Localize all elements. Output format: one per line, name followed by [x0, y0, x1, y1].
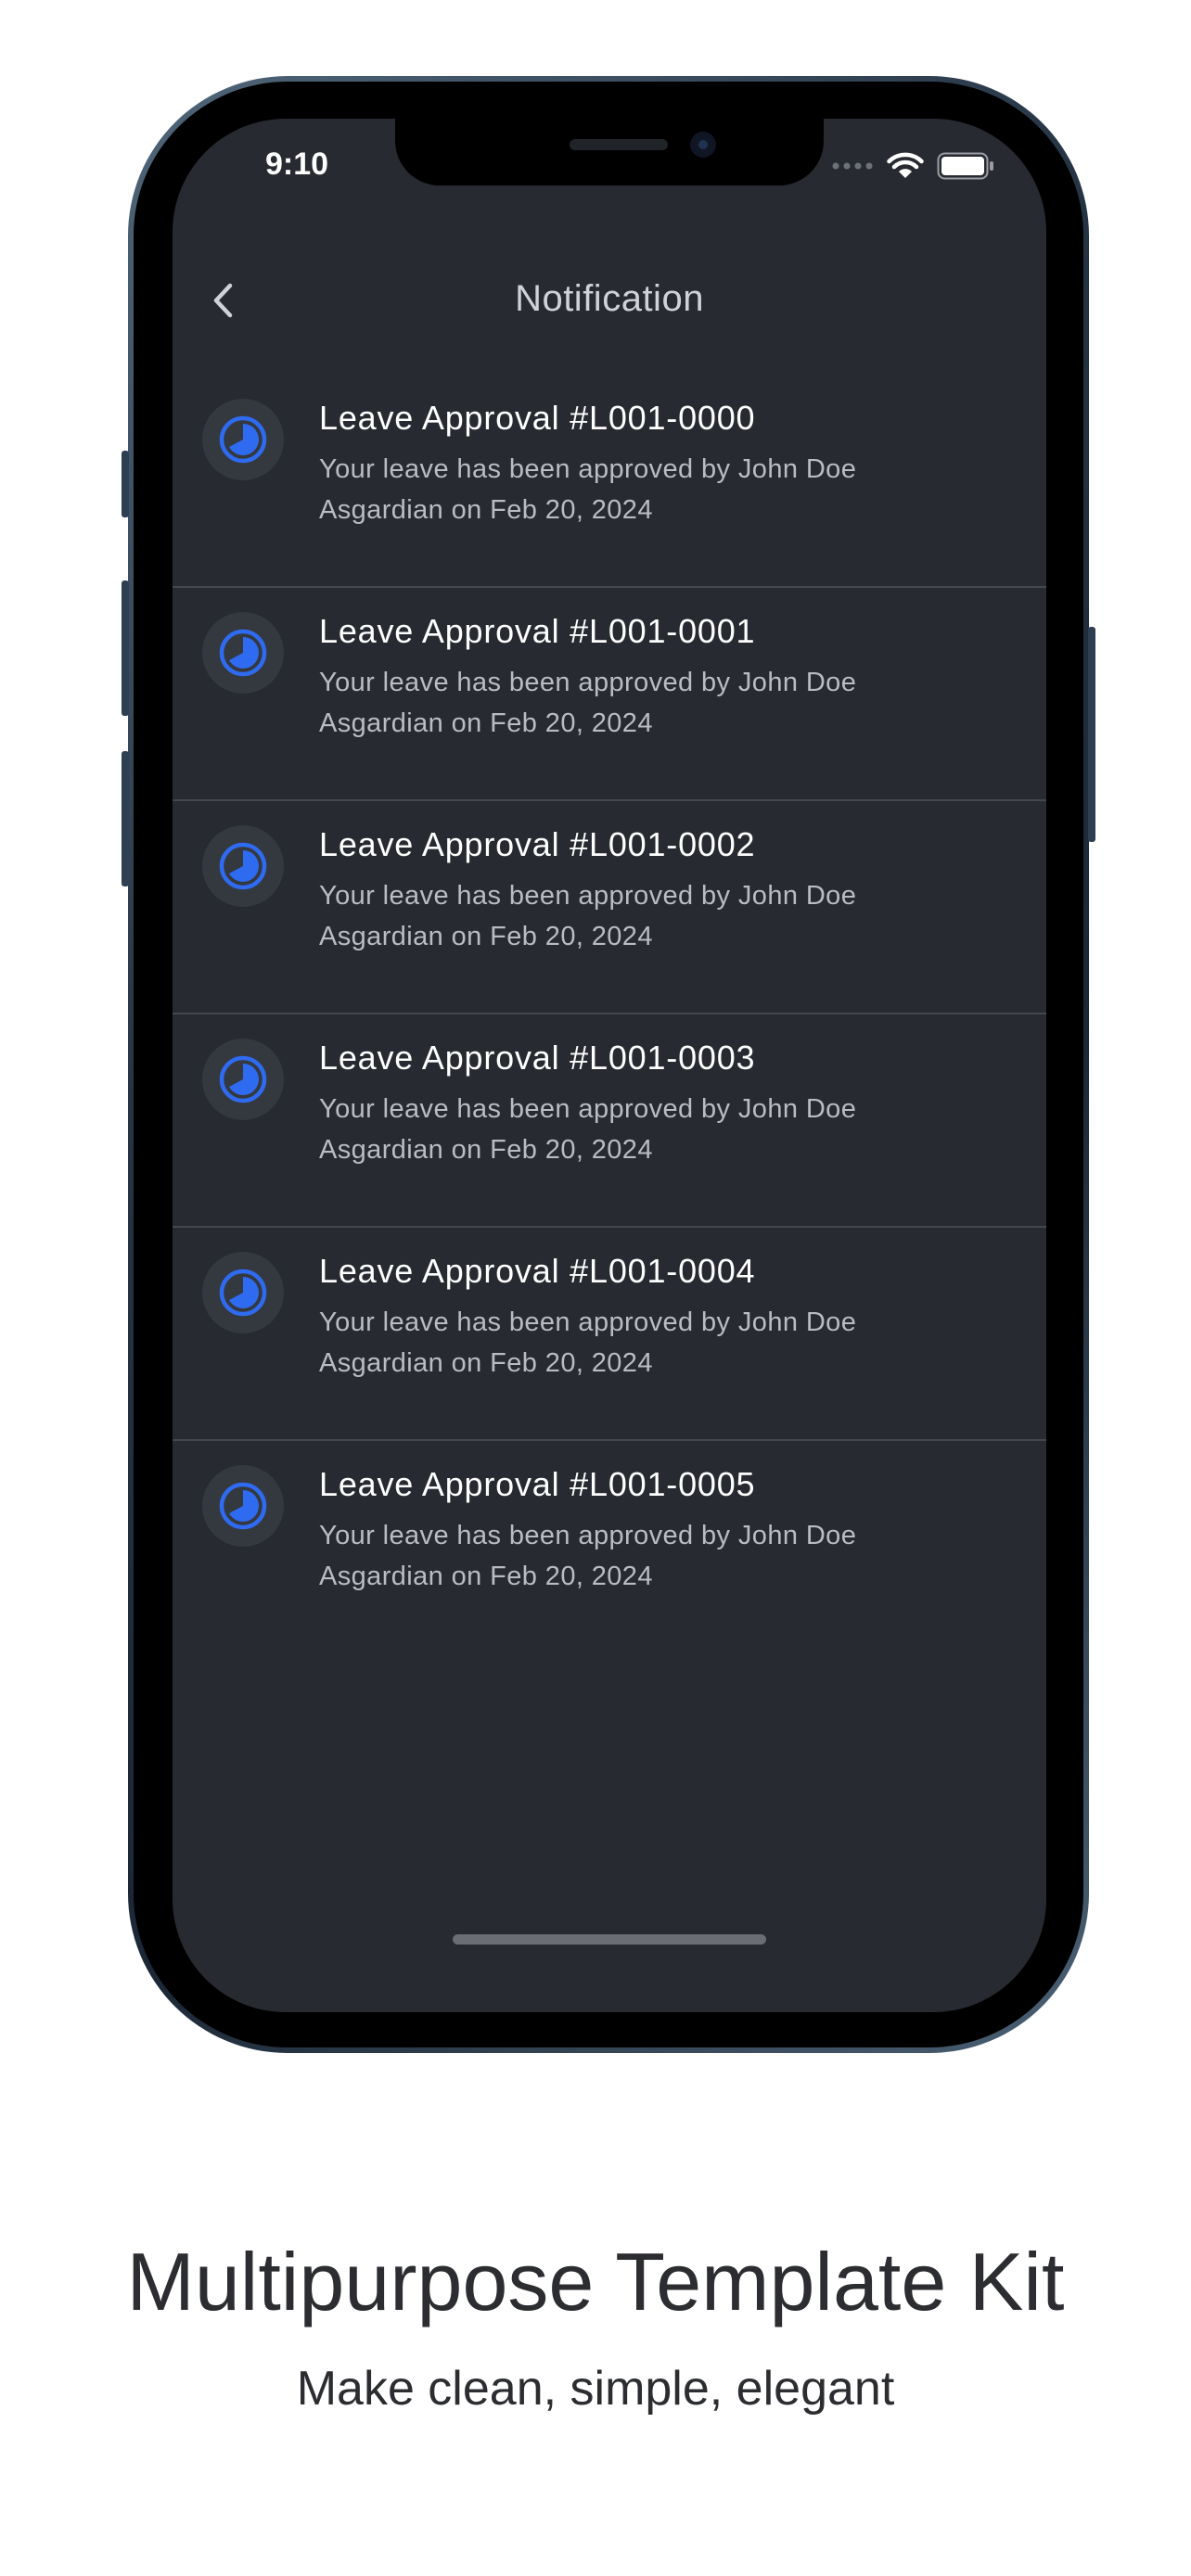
- notification-item[interactable]: Leave Approval #L001-0000 Your leave has…: [173, 375, 1046, 588]
- volume-up-button: [122, 580, 129, 716]
- silent-switch: [122, 451, 129, 517]
- promo-subheadline: Make clean, simple, elegant: [296, 2362, 895, 2416]
- clock-progress-icon: [219, 629, 267, 677]
- notification-icon-badge: [202, 825, 284, 907]
- clock-progress-icon: [219, 1055, 267, 1103]
- speaker: [570, 139, 668, 150]
- notch: [395, 119, 824, 185]
- status-time: 9:10: [265, 147, 329, 182]
- camera-icon: [690, 132, 716, 158]
- notification-body: Your leave has been approved by John Doe…: [319, 1521, 857, 1591]
- clock-progress-icon: [219, 842, 267, 890]
- notification-icon-badge: [202, 1039, 284, 1120]
- notification-title: Leave Approval #L001-0003: [319, 1039, 756, 1077]
- notification-icon-badge: [202, 1465, 284, 1547]
- promo-headline: Multipurpose Template Kit: [126, 2236, 1065, 2327]
- battery-icon: [937, 152, 993, 180]
- clock-progress-icon: [219, 415, 267, 464]
- notification-body: Your leave has been approved by John Doe…: [319, 1094, 857, 1165]
- notification-item[interactable]: Leave Approval #L001-0004 Your leave has…: [173, 1228, 1046, 1441]
- notification-item[interactable]: Leave Approval #L001-0001 Your leave has…: [173, 588, 1046, 801]
- notification-icon-badge: [202, 1252, 284, 1333]
- clock-progress-icon: [219, 1482, 267, 1530]
- notification-body: Your leave has been approved by John Doe…: [319, 668, 857, 738]
- notification-item[interactable]: Leave Approval #L001-0003 Your leave has…: [173, 1014, 1046, 1228]
- wifi-icon: [887, 152, 924, 178]
- notification-title: Leave Approval #L001-0000: [319, 399, 756, 437]
- notification-title: Leave Approval #L001-0001: [319, 612, 756, 650]
- power-button: [1088, 627, 1095, 842]
- notification-title: Leave Approval #L001-0002: [319, 825, 756, 863]
- volume-down-button: [122, 751, 129, 886]
- notification-item[interactable]: Leave Approval #L001-0002 Your leave has…: [173, 801, 1046, 1014]
- app-header: Notification: [173, 250, 1046, 352]
- status-icons: [831, 152, 994, 180]
- page-title: Notification: [515, 278, 704, 319]
- clock-progress-icon: [219, 1269, 267, 1317]
- notification-icon-badge: [202, 399, 284, 480]
- notification-title: Leave Approval #L001-0004: [319, 1252, 756, 1290]
- notification-list: Leave Approval #L001-0000 Your leave has…: [173, 375, 1046, 1654]
- notification-title: Leave Approval #L001-0005: [319, 1465, 756, 1503]
- notification-body: Your leave has been approved by John Doe…: [319, 1307, 857, 1378]
- signal-dots-icon: [832, 162, 873, 170]
- home-indicator[interactable]: [453, 1934, 766, 1945]
- notification-icon-badge: [202, 612, 284, 694]
- app-screen: 9:10 Notification Leave Approval #L001-0…: [173, 119, 1046, 2012]
- notification-item[interactable]: Leave Approval #L001-0005 Your leave has…: [173, 1441, 1046, 1654]
- notification-body: Your leave has been approved by John Doe…: [319, 454, 857, 525]
- notification-body: Your leave has been approved by John Doe…: [319, 881, 857, 951]
